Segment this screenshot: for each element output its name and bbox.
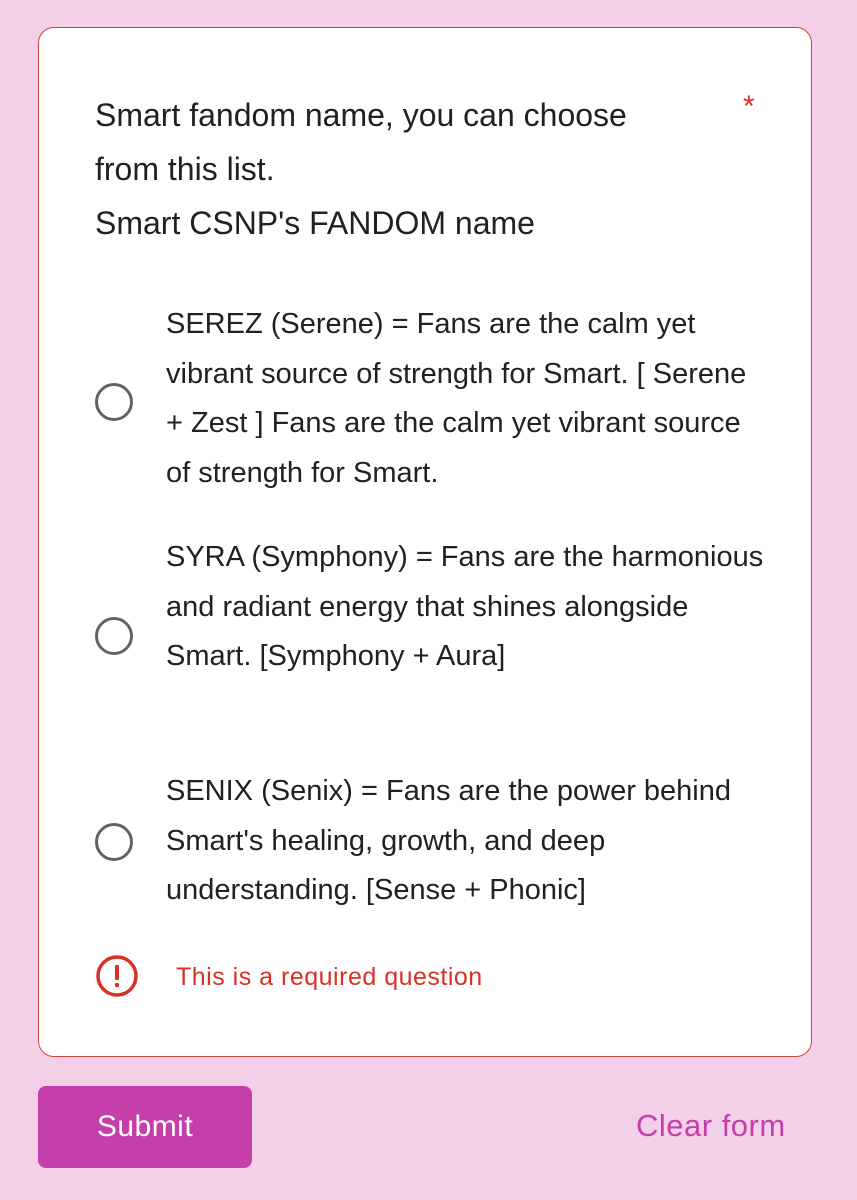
radio-button-unchecked-icon[interactable] — [95, 383, 133, 421]
option-syra[interactable]: SYRA (Symphony) = Fans are the harmoniou… — [95, 533, 775, 733]
radio-button-unchecked-icon[interactable] — [95, 617, 133, 655]
question-title-line: Smart CSNP's FANDOM name — [95, 205, 535, 241]
error-message: This is a required question — [176, 963, 483, 991]
option-serez[interactable]: SEREZ (Serene) = Fans are the calm yet v… — [95, 300, 775, 500]
error-row: This is a required question — [95, 954, 695, 998]
error-exclamation-icon — [96, 955, 138, 997]
question-card: Smart fandom name, you can choose from t… — [38, 27, 812, 1057]
required-asterisk: * — [743, 90, 755, 123]
clear-form-link[interactable]: Clear form — [636, 1104, 786, 1148]
option-label: SENIX (Senix) = Fans are the power behin… — [166, 775, 731, 906]
submit-button[interactable]: Submit — [38, 1086, 252, 1168]
option-label: SYRA (Symphony) = Fans are the harmoniou… — [166, 541, 764, 672]
option-label: SEREZ (Serene) = Fans are the calm yet v… — [166, 308, 747, 489]
option-senix[interactable]: SENIX (Senix) = Fans are the power behin… — [95, 767, 775, 917]
question-title: Smart fandom name, you can choose from t… — [95, 88, 695, 250]
radio-button-unchecked-icon[interactable] — [95, 823, 133, 861]
question-title-line: Smart fandom name, you can choose — [95, 97, 627, 133]
question-title-line: from this list. — [95, 151, 275, 187]
